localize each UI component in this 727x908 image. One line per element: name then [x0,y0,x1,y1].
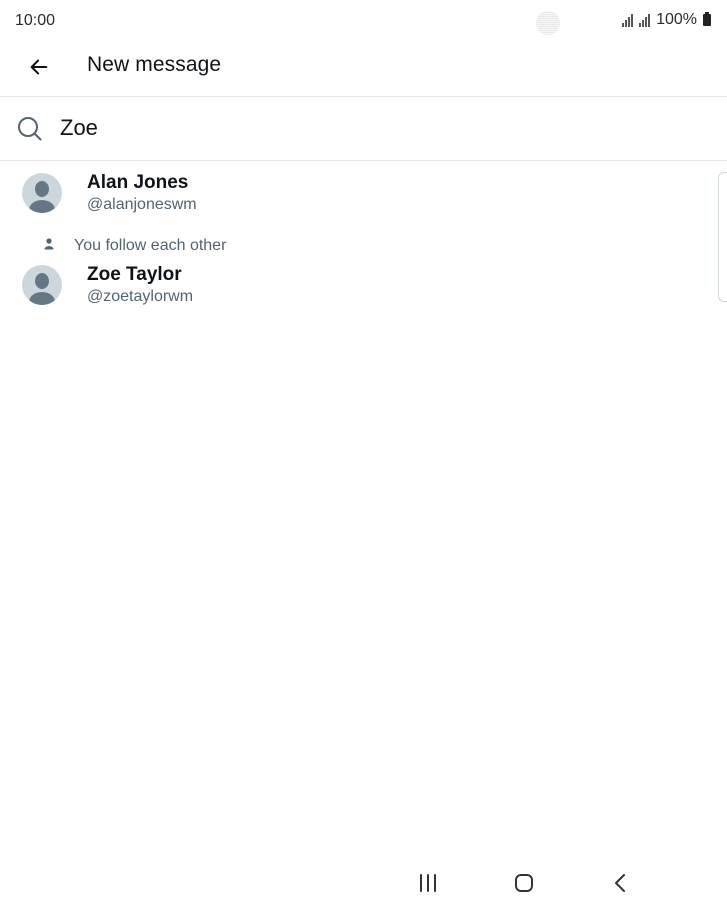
chevron-left-icon [615,874,625,892]
search-input[interactable] [60,111,700,145]
user-name: Zoe Taylor [87,264,182,285]
result-zoe-taylor[interactable]: Zoe Taylor @zoetaylorwm [0,253,715,317]
edge-panel-handle[interactable] [718,172,727,302]
recents-button[interactable] [408,868,448,898]
nav-back-button[interactable] [600,868,640,898]
result-alan-jones[interactable]: Alan Jones @alanjoneswm [0,161,715,225]
arrow-left-icon [30,59,48,75]
back-button[interactable] [22,50,56,84]
new-message-screen: 10:00 100% New message Alan Jones @alanj… [0,0,727,908]
battery-percent: 100% [656,11,697,28]
user-handle: @zoetaylorwm [87,288,194,305]
user-handle: @alanjoneswm [87,196,197,213]
avatar [22,173,62,213]
recents-icon [420,874,436,892]
user-name: Alan Jones [87,172,189,193]
person-icon [44,238,54,250]
signal-icon [622,13,634,27]
page-title: New message [87,53,222,76]
follow-each-other-note: You follow each other [44,237,226,254]
avatar [22,265,62,305]
search-bar [0,97,727,160]
status-indicators: 100% [622,11,711,29]
status-time: 10:00 [15,12,56,29]
search-icon [18,117,42,141]
battery-icon [703,12,711,26]
signal-icon [639,13,651,27]
system-nav-bar [0,860,727,908]
home-button[interactable] [504,868,544,898]
camera-cutout [536,11,560,35]
home-icon [515,874,533,892]
